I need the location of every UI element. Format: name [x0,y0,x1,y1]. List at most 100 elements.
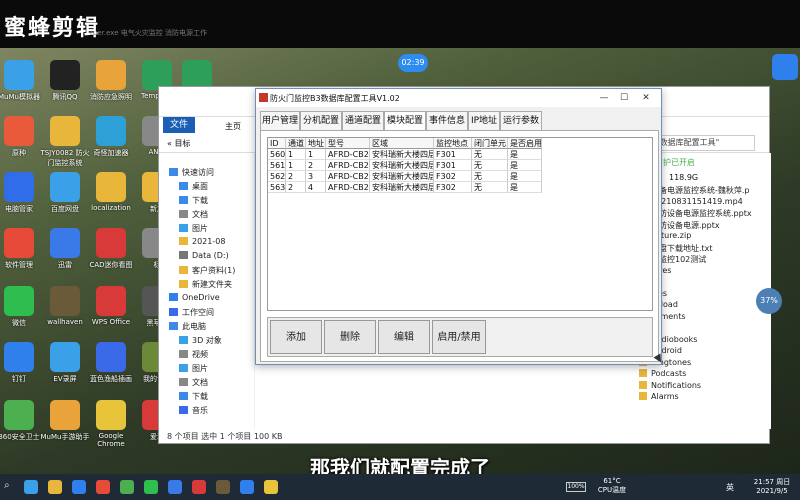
explorer-nav-pane: 快速访问 桌面 下载 文档 图片 2021-08 Data (D:) 客户资料(1) 新建文件夹… [159,153,255,429]
nav-item[interactable]: 3D 对象 [179,335,222,346]
nav-item[interactable]: 新建文件夹 [179,279,232,290]
taskbar: ⌕ 100% 61°C CPU温度 英 21:57 周日 2021/9/5 [0,474,800,500]
weather-widget[interactable]: 37% [756,288,782,314]
nav-item[interactable]: OneDrive [169,293,220,302]
app-title: 防火门监控B3数据库配置工具V1.02 [270,94,400,103]
nav-item-label: 工作空间 [182,308,214,317]
column-header[interactable]: 是否启用 [508,138,542,149]
column-header[interactable]: 地址 [306,138,326,149]
ribbon-tab-file[interactable]: 文件 [163,117,195,133]
nav-item-label: Data (D:) [192,251,229,260]
column-header[interactable]: 闭门单元 [472,138,508,149]
table-row[interactable]: 560 1 1 AFRD-CB2 安科瑞新大楼四层 F301 无是 [268,149,542,160]
config-tab[interactable]: 事件信息 [426,111,468,131]
column-header[interactable]: 区域 [370,138,434,149]
table-cell: 安科瑞新大楼四层 [370,171,434,182]
cloud-icon [169,293,178,301]
nav-item[interactable]: 文档 [179,377,208,388]
nav-item-label: 快速访问 [182,168,214,177]
ribbon-tab-home[interactable]: 主页 [225,121,241,132]
table-row[interactable]: 561 1 2 AFRD-CB2 安科瑞新大楼四层 F301 无是 [268,160,542,171]
table-cell: F301 [434,160,472,171]
config-tab[interactable]: 模块配置 [384,111,426,131]
table-row[interactable]: 563 2 4 AFRD-CB2 安科瑞新大楼四层 F302 无是 [268,182,542,193]
nav-item[interactable]: 图片 [179,223,208,234]
file-icon [639,380,647,389]
table-cell: F302 [434,171,472,182]
table-cell: 2 [306,160,326,171]
nav-item-label: 下载 [192,392,208,401]
taskbar-browser-icon[interactable] [72,480,86,494]
nav-item[interactable]: 图片 [179,363,208,374]
file-list-item[interactable]: Notifications [639,380,701,390]
column-header[interactable]: 监控地点 [434,138,472,149]
folder-icon [179,266,188,274]
taskbar-app-icon[interactable] [96,480,110,494]
nav-item[interactable]: Data (D:) [179,251,229,260]
table-cell: 560 [268,149,286,160]
star-icon [169,168,178,176]
config-tab[interactable]: 分机配置 [300,111,342,131]
maximize-icon[interactable]: ☐ [616,91,632,105]
table-cell: 563 [268,182,286,193]
folder-icon [179,280,188,288]
close-icon[interactable]: ✕ [638,91,654,105]
file-name: Podcasts [651,369,687,378]
search-icon[interactable]: ⌕ [4,480,10,491]
add-button[interactable]: 添加 [270,320,322,354]
picture-icon [179,224,188,232]
file-list-item[interactable]: Alarms [639,392,679,401]
column-header[interactable]: ID [268,138,286,149]
toggle-enable-button[interactable]: 启用/禁用 [432,320,486,354]
battery-indicator[interactable]: 100% [566,482,586,492]
column-header[interactable]: 通道 [286,138,306,149]
nav-item[interactable]: 下载 [179,195,208,206]
app-icon [4,116,34,146]
config-tab[interactable]: 用户管理 [260,111,300,131]
table-cell: 无 [472,149,508,160]
config-tab[interactable]: 通道配置 [342,111,384,131]
table-cell: AFRD-CB2 [326,160,370,171]
nav-item[interactable]: 此电脑 [169,321,206,332]
delete-button[interactable]: 删除 [324,320,376,354]
table-cell: AFRD-CB2 [326,182,370,193]
taskbar-folder-icon[interactable] [48,480,62,494]
taskbar-app-icon[interactable] [240,480,254,494]
nav-item[interactable]: 2021-08 [179,237,225,246]
file-list-item[interactable]: Podcasts [639,369,686,378]
table-cell: 562 [268,171,286,182]
corner-app-icon[interactable] [772,54,798,80]
drive-icon [179,251,188,259]
taskbar-clock[interactable]: 21:57 周日 2021/9/5 [746,477,798,495]
taskbar-app-icon[interactable] [216,480,230,494]
config-tab[interactable]: IP地址 [468,111,500,131]
file-name: 消防设备电源监控系统.pptx [651,209,752,218]
nav-item[interactable]: 视频 [179,349,208,360]
taskbar-app-icon[interactable] [120,480,134,494]
nav-item[interactable]: 文档 [179,209,208,220]
nav-item[interactable]: 快速访问 [169,167,214,178]
config-tab[interactable]: 运行参数 [500,111,542,131]
nav-item[interactable]: 工作空间 [169,307,214,318]
nav-item-label: 桌面 [192,182,208,191]
app-icon [96,228,126,258]
download-icon [179,392,188,400]
app-icon [4,400,34,430]
nav-item[interactable]: 音乐 [179,405,208,416]
minimize-icon[interactable]: — [596,91,612,105]
nav-item-label: 3D 对象 [192,336,222,345]
input-method-indicator[interactable]: 英 [726,482,734,493]
pc-icon [169,322,178,330]
taskbar-app-icon[interactable] [168,480,182,494]
nav-item[interactable]: 下载 [179,391,208,402]
column-header[interactable]: 型号 [326,138,370,149]
taskbar-app-icon[interactable] [192,480,206,494]
taskbar-app-icon[interactable] [24,480,38,494]
taskbar-wechat-icon[interactable] [144,480,158,494]
taskbar-app-icon[interactable] [264,480,278,494]
nav-item[interactable]: 客户资料(1) [179,265,235,276]
file-name: 设备电源监控系统-魏秋萍.p [651,186,750,195]
nav-item[interactable]: 桌面 [179,181,208,192]
edit-button[interactable]: 编辑 [378,320,430,354]
table-row[interactable]: 562 2 3 AFRD-CB2 安科瑞新大楼四层 F302 无是 [268,171,542,182]
